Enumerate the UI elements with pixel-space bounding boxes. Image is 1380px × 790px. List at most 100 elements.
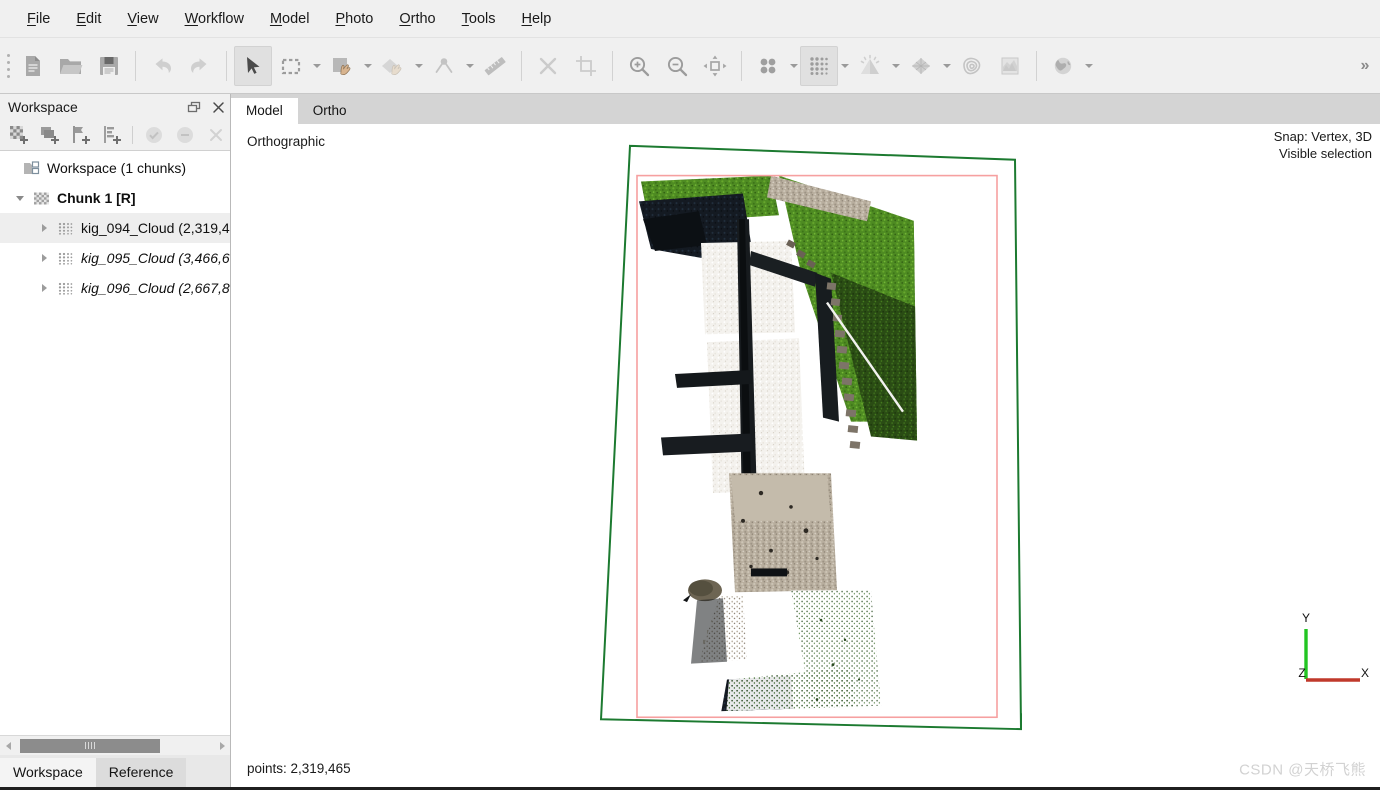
view-tab-ortho[interactable]: Ortho xyxy=(298,98,362,124)
undo-icon[interactable] xyxy=(143,46,181,86)
menu-accel-char: E xyxy=(76,11,86,27)
scroll-left-icon[interactable] xyxy=(0,737,16,755)
panel-tab-workspace[interactable]: Workspace xyxy=(0,758,96,787)
view-tab-model[interactable]: Model xyxy=(231,98,298,124)
tree-item-label: Workspace (1 chunks) xyxy=(42,160,186,176)
float-panel-icon[interactable] xyxy=(182,95,206,119)
menu-item-help[interactable]: Help xyxy=(509,7,565,31)
kig-094-twisty[interactable] xyxy=(34,213,54,243)
move-region-dropdown-icon[interactable] xyxy=(361,46,374,86)
menu-item-tools[interactable]: Tools xyxy=(449,7,509,31)
place-marker-dropdown-icon[interactable] xyxy=(463,46,476,86)
show-globe-dropdown-icon[interactable] xyxy=(1082,46,1095,86)
enable-button[interactable] xyxy=(139,122,168,148)
menu-item-label: rtho xyxy=(411,11,436,27)
show-dem-icon[interactable] xyxy=(953,46,991,86)
menu-item-model[interactable]: Model xyxy=(257,7,323,31)
show-model-dropdown-icon[interactable] xyxy=(940,46,953,86)
workspace-tree[interactable]: Workspace (1 chunks) Chunk 1 [R] kig_094… xyxy=(0,150,230,735)
tree-item-label: kig_096_Cloud (2,667,8 xyxy=(76,280,230,296)
reset-view-icon[interactable] xyxy=(696,46,734,86)
axis-z-label: Z xyxy=(1298,666,1305,680)
show-point-cloud-icon[interactable] xyxy=(800,46,838,86)
menu-accel-char: V xyxy=(127,11,136,27)
zoom-in-icon[interactable] xyxy=(620,46,658,86)
point-cloud-geometry xyxy=(639,176,927,749)
tree-item-chunk-1[interactable]: Chunk 1 [R] xyxy=(0,183,230,213)
chunk-1-twisty[interactable] xyxy=(10,183,30,213)
move-region-icon[interactable] xyxy=(323,46,361,86)
view-tab-bar: Model Ortho xyxy=(231,94,1380,124)
toolbar-separator-3 xyxy=(521,51,522,81)
panel-toolbar-separator xyxy=(132,126,133,144)
application-window: File Edit View Workflow Model Photo Orth… xyxy=(0,0,1380,790)
menu-item-label: hoto xyxy=(345,11,373,27)
show-cameras-dropdown-icon[interactable] xyxy=(787,46,800,86)
save-project-icon[interactable] xyxy=(90,46,128,86)
scrollbar-thumb[interactable] xyxy=(20,739,160,753)
panel-tab-reference[interactable]: Reference xyxy=(96,758,187,787)
resize-region-icon[interactable] xyxy=(374,46,412,86)
crop-selection-icon[interactable] xyxy=(567,46,605,86)
menu-accel-char: M xyxy=(270,11,282,27)
menu-item-label: iew xyxy=(137,11,159,27)
show-tiled-model-icon[interactable] xyxy=(851,46,889,86)
add-chunk-button[interactable] xyxy=(4,122,33,148)
point-cloud-canvas[interactable] xyxy=(231,124,1380,749)
menu-accel-char: F xyxy=(27,11,36,27)
watermark-label: CSDN @天桥飞熊 xyxy=(1239,758,1366,779)
show-cameras-icon[interactable] xyxy=(749,46,787,86)
place-marker-icon[interactable] xyxy=(425,46,463,86)
add-scalebar-button[interactable] xyxy=(97,122,126,148)
toolbar-separator-4 xyxy=(612,51,613,81)
add-markers-button[interactable] xyxy=(66,122,95,148)
add-photos-button[interactable] xyxy=(35,122,64,148)
rectangle-selection-dropdown-icon[interactable] xyxy=(310,46,323,86)
menu-accel-char: W xyxy=(185,11,198,27)
show-model-icon[interactable] xyxy=(902,46,940,86)
tree-item-label: kig_094_Cloud (2,319,4 xyxy=(76,220,230,236)
navigation-tool-icon[interactable] xyxy=(234,46,272,86)
show-point-cloud-dropdown-icon[interactable] xyxy=(838,46,851,86)
tree-item-kig-095-cloud[interactable]: kig_095_Cloud (3,466,6 xyxy=(0,243,230,273)
kig-096-twisty[interactable] xyxy=(34,273,54,303)
toolbar-separator-5 xyxy=(741,51,742,81)
open-project-icon[interactable] xyxy=(52,46,90,86)
workspace-horizontal-scrollbar[interactable] xyxy=(0,735,230,755)
redo-icon[interactable] xyxy=(181,46,219,86)
menu-item-view[interactable]: View xyxy=(114,7,171,31)
workspace-panel-tabs: Workspace Reference xyxy=(0,755,230,787)
menu-item-label: dit xyxy=(86,11,101,27)
toolbar-overflow-icon[interactable]: » xyxy=(1354,46,1376,86)
delete-selection-icon[interactable] xyxy=(529,46,567,86)
show-tiled-model-dropdown-icon[interactable] xyxy=(889,46,902,86)
scroll-right-icon[interactable] xyxy=(214,737,230,755)
menu-item-photo[interactable]: Photo xyxy=(322,7,386,31)
tree-item-kig-094-cloud[interactable]: kig_094_Cloud (2,319,4 xyxy=(0,213,230,243)
document-area: Model Ortho Orthographic Snap: Vertex, 3… xyxy=(231,94,1380,787)
menu-item-edit[interactable]: Edit xyxy=(63,7,114,31)
menu-item-ortho[interactable]: Ortho xyxy=(386,7,448,31)
close-panel-icon[interactable] xyxy=(206,95,230,119)
show-globe-icon[interactable] xyxy=(1044,46,1082,86)
tree-item-kig-096-cloud[interactable]: kig_096_Cloud (2,667,8 xyxy=(0,273,230,303)
main-toolbar: » xyxy=(0,38,1380,94)
tree-item-workspace[interactable]: Workspace (1 chunks) xyxy=(0,153,230,183)
resize-region-dropdown-icon[interactable] xyxy=(412,46,425,86)
axis-y-label: Y xyxy=(1302,611,1310,625)
workspace-panel-title: Workspace xyxy=(8,99,182,115)
show-orthomosaic-icon[interactable] xyxy=(991,46,1029,86)
menu-item-file[interactable]: File xyxy=(14,7,63,31)
scrollbar-track[interactable] xyxy=(16,737,214,755)
rectangle-selection-icon[interactable] xyxy=(272,46,310,86)
disable-button[interactable] xyxy=(170,122,199,148)
zoom-out-icon[interactable] xyxy=(658,46,696,86)
remove-button[interactable] xyxy=(201,122,230,148)
measure-ruler-icon[interactable] xyxy=(476,46,514,86)
menu-item-workflow[interactable]: Workflow xyxy=(172,7,257,31)
new-project-icon[interactable] xyxy=(14,46,52,86)
toolbar-drag-handle[interactable] xyxy=(2,46,14,86)
menu-item-label: elp xyxy=(532,11,551,27)
kig-095-twisty[interactable] xyxy=(34,243,54,273)
model-viewport[interactable]: Orthographic Snap: Vertex, 3D Visible se… xyxy=(231,124,1380,749)
